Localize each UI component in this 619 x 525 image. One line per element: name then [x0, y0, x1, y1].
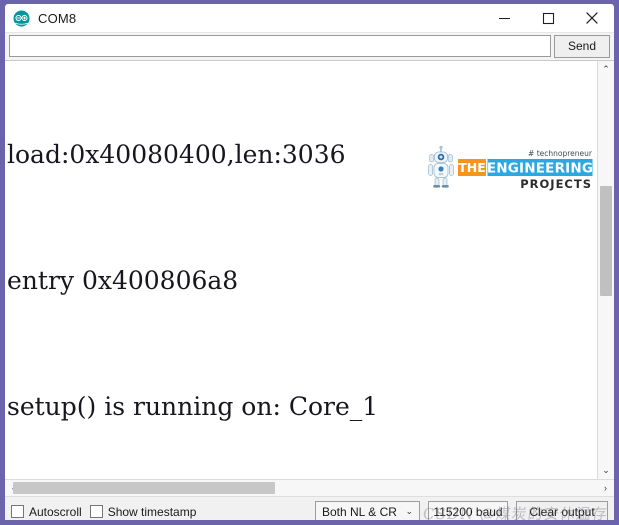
line-ending-select[interactable]: Both NL & CR ⌄	[315, 500, 420, 520]
maximize-button[interactable]	[526, 4, 570, 32]
window-frame: COM8 Send load:0x40080400,len:3036 entry…	[0, 0, 619, 525]
watermark-word-engineering: ENGINEERING	[487, 160, 593, 176]
watermark-word-projects: PROJECTS	[520, 177, 592, 191]
console-line: entry 0x400806a8	[7, 266, 239, 295]
horizontal-scrollbar[interactable]: ‹ ›	[5, 479, 614, 496]
arduino-logo-icon	[13, 10, 30, 27]
scroll-down-arrow-icon[interactable]: ⌄	[598, 462, 614, 479]
serial-monitor-window: COM8 Send load:0x40080400,len:3036 entry…	[0, 0, 619, 525]
console-line: setup() is running on: Core_1	[7, 392, 379, 421]
show-timestamp-checkbox-box[interactable]	[89, 505, 103, 518]
horizontal-scrollbar-thumb[interactable]	[13, 482, 275, 494]
maximize-icon	[542, 12, 554, 24]
serial-send-input[interactable]	[9, 35, 551, 57]
scroll-right-arrow-icon[interactable]: ›	[597, 480, 614, 496]
window-title: COM8	[38, 10, 77, 26]
titlebar: COM8	[5, 4, 614, 33]
titlebar-left: COM8	[5, 10, 76, 27]
baud-rate-select[interactable]: 115200 baud	[428, 500, 508, 520]
line-ending-value: Both NL & CR	[322, 504, 397, 519]
autoscroll-label: Autoscroll	[29, 504, 82, 519]
clear-output-label: Clear output	[529, 504, 595, 519]
autoscroll-checkbox[interactable]: Autoscroll	[11, 505, 82, 519]
window-controls	[482, 4, 614, 32]
console-line: load:0x40080400,len:3036	[7, 140, 346, 169]
console-area: load:0x40080400,len:3036 entry 0x400806a…	[5, 60, 614, 479]
send-button[interactable]: Send	[554, 34, 610, 58]
clear-output-button[interactable]: Clear output	[516, 500, 608, 520]
show-timestamp-checkbox[interactable]: Show timestamp	[89, 504, 197, 519]
minimize-button[interactable]	[482, 4, 526, 32]
watermark-tagline: # technopreneur	[528, 149, 593, 158]
the-engineering-projects-watermark: # technopreneur THE ENGINEERING PROJECTS	[428, 145, 593, 191]
close-icon	[586, 12, 598, 24]
console-output[interactable]: load:0x40080400,len:3036 entry 0x400806a…	[5, 61, 597, 479]
minimize-icon	[498, 17, 510, 19]
vertical-scrollbar-thumb[interactable]	[600, 186, 612, 296]
autoscroll-checkbox-box[interactable]	[11, 505, 24, 518]
status-bar: Autoscroll Show timestamp Both NL & CR ⌄…	[5, 496, 614, 520]
chevron-down-icon: ⌄	[405, 506, 413, 516]
close-button[interactable]	[570, 4, 614, 32]
send-row: Send	[5, 33, 614, 60]
watermark-word-the: THE	[458, 160, 486, 175]
show-timestamp-label: Show timestamp	[107, 504, 197, 519]
baud-rate-value: 115200 baud	[433, 504, 503, 519]
vertical-scrollbar[interactable]: ⌃ ⌄	[597, 61, 614, 479]
console-lines: load:0x40080400,len:3036 entry 0x400806a…	[7, 61, 378, 479]
scroll-up-arrow-icon[interactable]: ⌃	[598, 61, 614, 78]
robot-icon	[428, 145, 454, 188]
